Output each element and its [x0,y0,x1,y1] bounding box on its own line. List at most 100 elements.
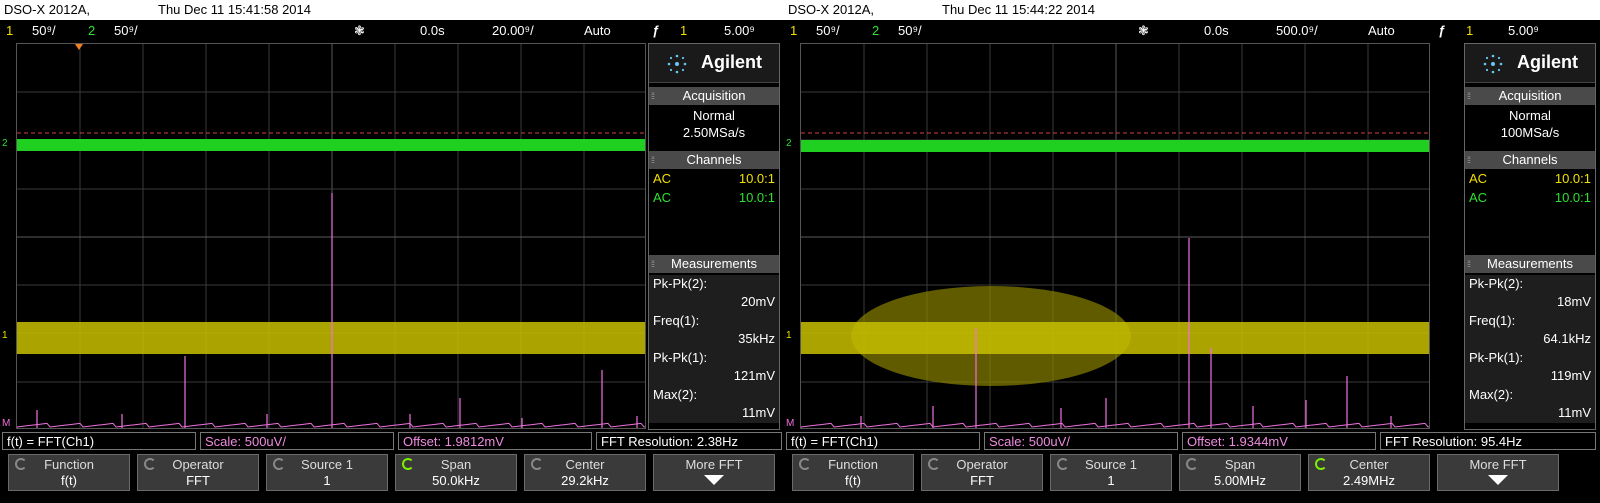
measurement-item[interactable]: Max(2): 11mV [1465,386,1595,423]
more-fft-softkey[interactable]: More FFT [1437,454,1559,491]
trigger-edge-icon: ƒ [652,23,660,38]
ch1-scale[interactable]: 50⁹/ [32,20,56,42]
acquisition-mode: Normal [693,108,735,123]
knob-icon [1057,458,1069,470]
ch2-scale[interactable]: 50⁹/ [114,20,138,42]
trigger-level[interactable]: 5.00⁹ [724,20,755,42]
acquisition-status-icon: ❃ [1138,23,1149,38]
acquisition-info: Normal 100MSa/s [1465,105,1595,141]
math-scale[interactable]: Scale: 500uV/ [200,432,394,450]
ch1-ground-marker: 1 [2,330,8,341]
channels-header[interactable]: ⁞⁞ Channels [649,151,779,169]
trigger-edge-icon: ƒ [1438,23,1446,38]
function-softkey[interactable]: Function f(t) [792,454,914,491]
acquisition-info: Normal 2.50MSa/s [649,105,779,141]
measurement-item[interactable]: Pk-Pk(2): 20mV [649,275,779,312]
measurements-header[interactable]: ⁞⁞ Measurements [1465,255,1595,273]
more-fft-softkey[interactable]: More FFT [653,454,775,491]
grip-icon: ⁞⁞ [651,91,655,101]
math-ground-marker: M [786,418,795,429]
acquisition-header[interactable]: ⁞⁞ Acquisition [1465,87,1595,105]
knob-icon [928,458,940,470]
trigger-level[interactable]: 5.00⁹ [1508,20,1539,42]
ch1-trace [801,322,1429,354]
knob-icon [144,458,156,470]
span-softkey[interactable]: Span 50.0kHz [395,454,517,491]
measurement-item[interactable]: Freq(1): 35kHz [649,312,779,349]
channel-2-row: AC 10.0:1 [1465,188,1595,207]
knob-icon [799,458,811,470]
ch2-scale[interactable]: 50⁹/ [898,20,922,42]
center-softkey[interactable]: Center 2.49MHz [1308,454,1430,491]
knob-icon [1186,458,1198,470]
softkey-bar: Function f(t) Operator FFT Source 11 Span 5… [0,453,784,501]
measurement-item[interactable]: Pk-Pk(1): 119mV [1465,349,1595,386]
knob-active-icon [402,458,414,470]
agilent-spark-icon [667,54,687,74]
knob-icon [15,458,27,470]
math-ground-marker: M [2,418,11,429]
ch2-probe: 10.0:1 [738,190,775,205]
ch1-number[interactable]: 1 [790,20,797,42]
brand-header: Agilent [649,44,779,83]
measurement-name: Freq(1): [1469,313,1516,328]
ch2-coupling: AC [653,190,672,205]
trigger-mode[interactable]: Auto [584,20,611,42]
measurement-value: 121mV [733,368,775,383]
measurement-name: Pk-Pk(1): [1469,350,1524,365]
operator-softkey[interactable]: Operator FFT [137,454,259,491]
fft-resolution: FFT Resolution: 95.4Hz [1380,432,1596,450]
measurement-item[interactable]: Pk-Pk(2): 18mV [1465,275,1595,312]
math-function[interactable]: f(t) = FFT(Ch1) [786,432,980,450]
measurement-value: 119mV [1550,368,1591,383]
horizontal-delay[interactable]: 0.0s [420,20,445,42]
channel-2-row: AC 10.0:1 [649,188,779,207]
acquisition-header[interactable]: ⁞⁞ Acquisition [649,87,779,105]
trigger-source[interactable]: 1 [680,20,687,42]
math-scale[interactable]: Scale: 500uV/ [984,432,1178,450]
timebase-scale[interactable]: 500.0⁹/ [1276,20,1318,42]
measurement-name: Pk-Pk(2): [653,276,708,291]
grip-icon: ⁞⁞ [1467,155,1471,165]
span-softkey[interactable]: Span 5.00MHz [1179,454,1301,491]
horizontal-delay[interactable]: 0.0s [1204,20,1229,42]
measurement-item[interactable]: Pk-Pk(1): 121mV [649,349,779,386]
waveform-display[interactable] [16,43,646,429]
measurement-item[interactable]: Max(2): 11mV [649,386,779,423]
function-softkey[interactable]: Function f(t) [8,454,130,491]
ch1-coupling: AC [1469,171,1488,186]
math-fft-trace [17,193,645,428]
ch2-ground-marker: 2 [2,138,8,149]
measurement-value: 64.1kHz [1543,331,1591,346]
operator-softkey[interactable]: Operator FFT [921,454,1043,491]
math-offset[interactable]: Offset: 1.9812mV [398,432,592,450]
trigger-mode[interactable]: Auto [1368,20,1395,42]
capture-datetime: Thu Dec 11 15:44:22 2014 [942,2,1095,17]
measurement-name: Pk-Pk(1): [653,350,708,365]
model-name: DSO-X 2012A, [788,2,874,17]
arrow-down-icon [1488,475,1508,485]
side-panel: Agilent ⁞⁞ Acquisition Normal 2.50MSa/s ⁞… [648,43,780,430]
math-offset[interactable]: Offset: 1.9344mV [1182,432,1376,450]
timebase-scale[interactable]: 20.00⁹/ [492,20,534,42]
ch2-number[interactable]: 2 [88,20,95,42]
ch1-scale[interactable]: 50⁹/ [816,20,840,42]
softkey-bar: Function f(t) Operator FFT Source 11 Span 5… [784,453,1600,501]
waveform-display[interactable] [800,43,1430,429]
source-softkey[interactable]: Source 11 [1050,454,1172,491]
measurement-value: 20mV [741,294,775,309]
ch2-probe: 10.0:1 [1554,190,1591,205]
channels-header[interactable]: ⁞⁞ Channels [1465,151,1595,169]
waveform-svg [17,44,645,428]
math-function[interactable]: f(t) = FFT(Ch1) [2,432,196,450]
measurements-header[interactable]: ⁞⁞ Measurements [649,255,779,273]
knob-icon [531,458,543,470]
trigger-source[interactable]: 1 [1466,20,1473,42]
center-softkey[interactable]: Center 29.2kHz [524,454,646,491]
measurement-item[interactable]: Freq(1): 64.1kHz [1465,312,1595,349]
fft-resolution: FFT Resolution: 2.38Hz [596,432,782,450]
ch2-number[interactable]: 2 [872,20,879,42]
source-softkey[interactable]: Source 11 [266,454,388,491]
ch1-number[interactable]: 1 [6,20,13,42]
ch1-probe: 10.0:1 [1554,171,1591,186]
